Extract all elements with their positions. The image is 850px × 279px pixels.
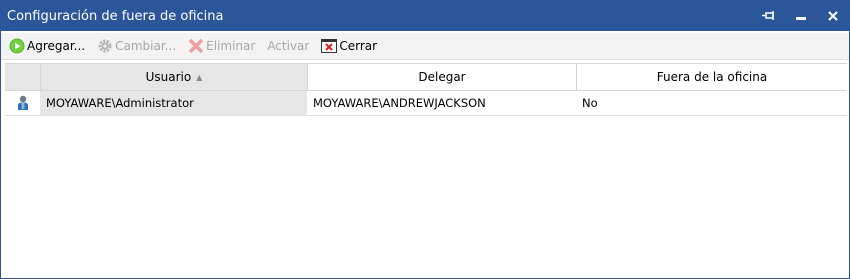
column-header-usuario[interactable]: Usuario ▲	[41, 64, 308, 90]
play-add-icon	[9, 38, 25, 54]
close-dialog-label: Cerrar	[339, 39, 378, 53]
gear-icon	[97, 38, 113, 54]
column-header-fuera[interactable]: Fuera de la oficina	[577, 64, 847, 90]
cell-usuario[interactable]: MOYAWARE\Administrator	[40, 91, 307, 115]
change-label: Cambiar...	[115, 39, 177, 53]
window-title: Configuración de fuera de oficina	[7, 8, 224, 24]
close-icon	[828, 11, 838, 21]
change-button[interactable]: Cambiar...	[97, 38, 176, 54]
out-of-office-window: Configuración de fuera de oficina Agrega…	[0, 0, 850, 279]
pin-button[interactable]	[753, 1, 785, 31]
delete-label: Eliminar	[206, 39, 256, 53]
table-row[interactable]: MOYAWARE\Administrator MOYAWARE\ANDREWJA…	[5, 91, 847, 116]
header-icon-column[interactable]	[5, 64, 41, 90]
delegates-grid: Usuario ▲ Delegar Fuera de la oficina MO…	[5, 63, 847, 116]
pin-icon	[762, 11, 774, 20]
delete-button[interactable]: Eliminar	[188, 38, 255, 54]
cell-fuera[interactable]: No	[576, 91, 846, 115]
grid-header: Usuario ▲ Delegar Fuera de la oficina	[5, 63, 847, 91]
user-icon	[5, 91, 40, 115]
add-button[interactable]: Agregar...	[9, 38, 85, 54]
window-controls	[753, 1, 849, 31]
column-header-delegar[interactable]: Delegar	[308, 64, 577, 90]
minimize-button[interactable]	[785, 1, 817, 31]
column-header-label: Usuario	[145, 70, 192, 84]
close-button[interactable]	[817, 1, 849, 31]
close-dialog-button[interactable]: Cerrar	[321, 38, 377, 54]
minimize-icon	[796, 17, 806, 20]
activate-button[interactable]: Activar	[267, 39, 309, 53]
activate-label: Activar	[267, 39, 310, 53]
delete-x-icon	[188, 38, 204, 54]
title-bar[interactable]: Configuración de fuera de oficina	[1, 1, 849, 31]
sort-ascending-icon: ▲	[196, 72, 203, 82]
add-label: Agregar...	[27, 39, 86, 53]
cell-delegar[interactable]: MOYAWARE\ANDREWJACKSON	[307, 91, 576, 115]
toolbar: Agregar... Cambiar... Eliminar Activar C…	[1, 33, 849, 60]
column-header-label: Delegar	[418, 70, 466, 84]
close-window-icon	[321, 38, 338, 54]
column-header-label: Fuera de la oficina	[656, 70, 768, 84]
